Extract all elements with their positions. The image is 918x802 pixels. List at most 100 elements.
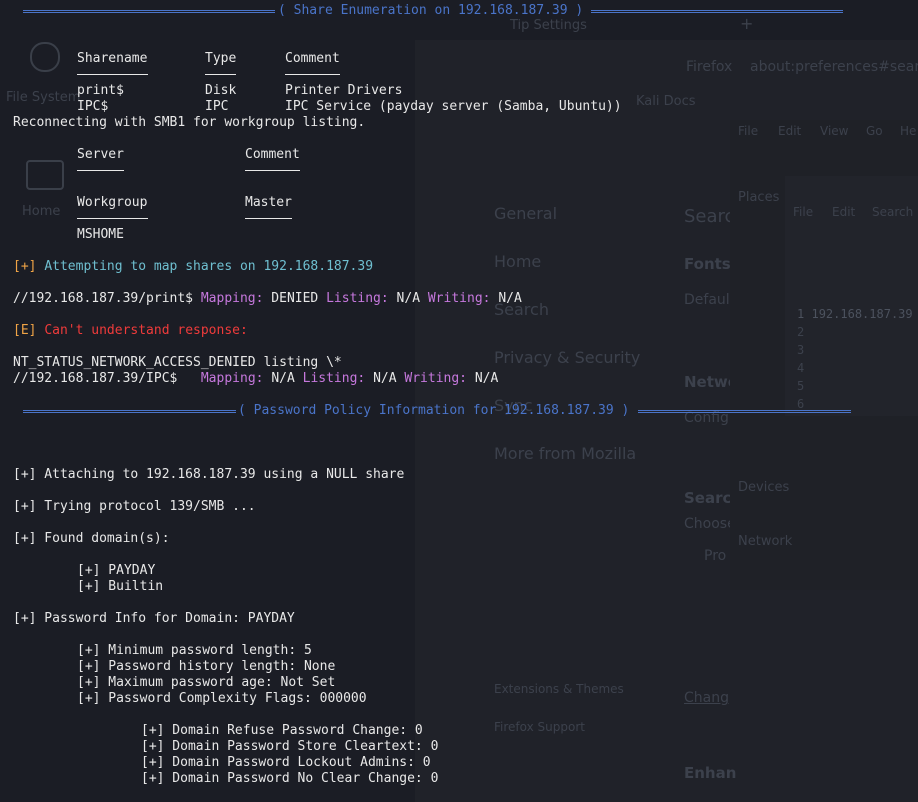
prefs-default: Default [684,292,736,308]
editor-line-6: 6 [797,397,805,411]
mapping-label: Mapping: [200,291,264,306]
info-tag: [+] [13,259,37,274]
writing-label: Writing: [404,371,468,386]
share-comment: Printer Drivers [285,83,403,98]
editor-line-1: 1 192.168.187.39 [797,307,913,321]
underline [205,74,236,75]
ipc-share-result: //192.168.187.39/IPC$ Mapping: N/A Listi… [13,371,498,387]
prefs-change: Chang [684,690,729,706]
prefs-more-mozilla: More from Mozilla [494,444,637,463]
error-line: [E] Can't understand response: [13,323,248,339]
policy-detail: [+] Maximum password age: Not Set [77,675,336,690]
col-server-comment: Comment [245,147,300,162]
mapping-value: N/A [271,371,295,386]
listing-value: N/A [396,291,421,306]
col-type: Type [205,51,237,66]
policy-detail: [+] Minimum password length: 5 [77,643,312,658]
fm-menu-help: He [900,124,917,138]
share-type: IPC [205,99,229,114]
map-attempt-text: Attempting to map shares on 192.168.187.… [44,259,374,274]
underline [245,218,292,219]
listing-label: Listing: [302,371,366,386]
password-policy-header: ( Password Policy Information for 192.16… [238,403,630,418]
editor-menu-edit: Edit [832,205,856,219]
print-share-result: //192.168.187.39/print$ Mapping: DENIED … [13,291,522,307]
underline [77,74,148,75]
underline [285,74,340,75]
writing-value: N/A [474,371,499,386]
mapping-label: Mapping: [200,371,264,386]
new-tab-icon: + [740,14,754,33]
policy-detail: [+] Password history length: None [77,659,336,674]
editor-line-4: 4 [797,361,805,375]
underline [245,170,300,171]
fm-devices: Devices [738,480,790,495]
fm-places: Places [738,190,780,205]
header-rule-left [23,410,236,413]
policy-flag: [+] Domain Refuse Password Change: 0 [141,723,423,738]
listing-value: N/A [373,371,397,386]
desktop-label-home: Home [22,204,61,219]
fm-menu-go: Go [866,124,883,138]
policy-flag: [+] Domain Password Lockout Admins: 0 [141,755,431,770]
policy-line: [+] Trying protocol 139/SMB ... [13,499,256,514]
policy-flag: [+] Domain Password No Clear Change: 0 [141,771,439,786]
desktop-label-filesystem: File System [6,90,81,105]
prefs-general: General [494,204,558,223]
col-master: Master [245,195,292,210]
firefox-tab-settings: Tip Settings [510,18,587,33]
map-attempt-line: [+] Attempting to map shares on 192.168.… [13,259,373,275]
share-name: print$ [77,83,124,98]
col-comment: Comment [285,51,340,66]
col-workgroup: Workgroup [77,195,148,210]
share-name: IPC$ [77,99,109,114]
policy-line: [+] Password Info for Domain: PAYDAY [13,611,295,626]
header-rule-right [591,10,843,13]
listing-label: Listing: [326,291,389,306]
share-path: //192.168.187.39/print$ [13,291,194,306]
prefs-support: Firefox Support [494,720,585,734]
share-type: Disk [205,83,237,98]
fm-menu-view: View [820,124,849,138]
prefs-enhanced: Enhan [684,764,737,782]
fm-menu-file: File [738,124,759,138]
editor-line-5: 5 [797,379,805,393]
underline [77,170,124,171]
domain-item: [+] Builtin [77,579,164,594]
prefs-extensions: Extensions & Themes [494,682,624,696]
policy-detail: [+] Password Complexity Flags: 000000 [77,691,367,706]
url-bar: about:preferences#search [750,59,918,75]
domain-item: [+] PAYDAY [77,563,156,578]
mapping-value: DENIED [271,291,319,306]
header-rule-right [638,410,851,413]
share-path: //192.168.187.39/IPC$ [13,371,178,386]
share-enum-header: ( Share Enumeration on 192.168.187.39 ) [278,3,584,18]
editor-menu-search: Search [872,205,914,219]
policy-line: [+] Found domain(s): [13,531,170,546]
editor-line-2: 2 [797,325,805,339]
workgroup-value: MSHOME [77,227,124,242]
firefox-identity: Firefox [686,59,733,75]
fm-network: Network [738,534,793,549]
fm-menu-edit: Edit [778,124,802,138]
policy-line: [+] Attaching to 192.168.187.39 using a … [13,467,405,482]
bookmark-kali-docs: Kali Docs [636,94,696,109]
file-system-icon [30,42,60,72]
prefs-choose: Choose [684,516,736,532]
writing-label: Writing: [427,291,491,306]
prefs-privacy: Privacy & Security [494,348,641,367]
policy-flag: [+] Domain Password Store Cleartext: 0 [141,739,439,754]
prefs-fonts: Fonts [684,255,731,273]
writing-value: N/A [498,291,522,306]
editor-menu-file: File [793,205,814,219]
prefs-home: Home [494,252,542,271]
editor-line-3: 3 [797,343,805,357]
home-folder-icon [26,160,64,190]
error-text: Can't understand response: [44,323,248,338]
nt-status-line: NT_STATUS_NETWORK_ACCESS_DENIED listing … [13,355,342,370]
col-server: Server [77,147,124,162]
underline [77,218,148,219]
reconnect-message: Reconnecting with SMB1 for workgroup lis… [13,115,366,130]
prefs-pro: Pro [704,548,727,564]
header-rule-left [23,10,275,13]
